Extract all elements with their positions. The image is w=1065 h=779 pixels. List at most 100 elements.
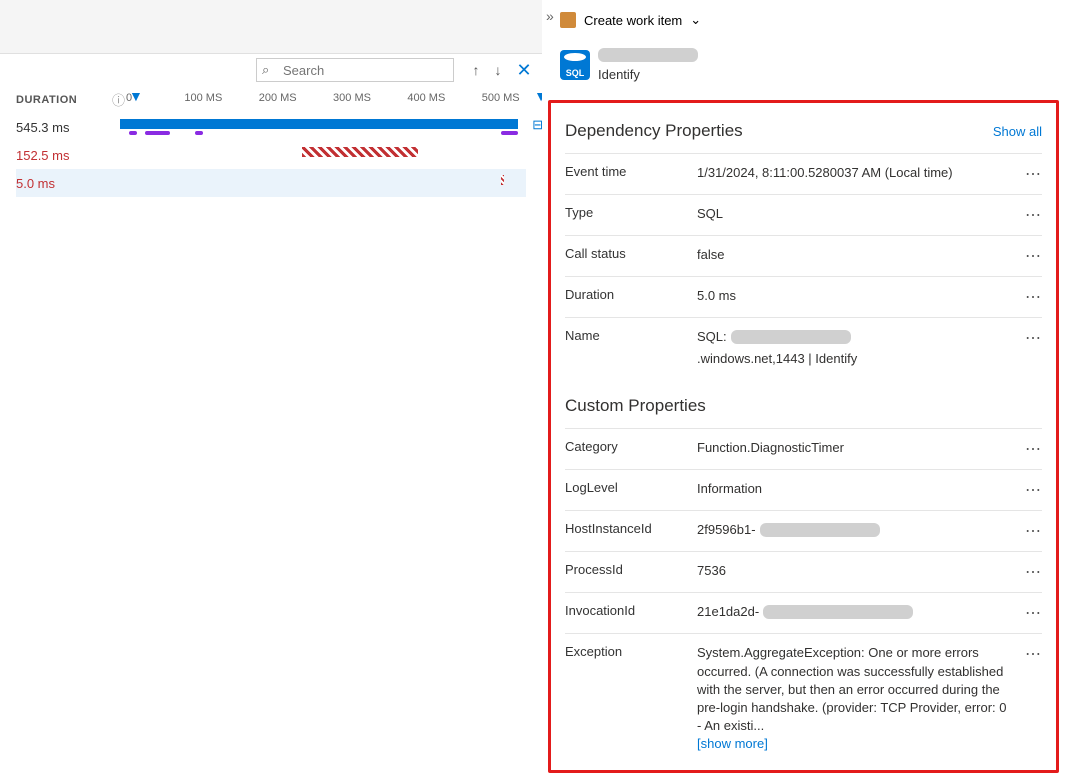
axis-tick-2: 200 MS xyxy=(259,92,297,104)
timeline-panel: ⌕ ↑ ↓ ✕ DURATION ⓘ ▼ 0 100 MS 200 MS 300… xyxy=(0,0,542,197)
dependency-properties-title: Dependency Properties xyxy=(565,121,743,141)
row-duration: 152.5 ms xyxy=(16,148,112,163)
more-icon[interactable]: ⋯ xyxy=(1022,328,1042,348)
prop-value: 21e1da2d- xyxy=(697,603,1022,621)
bar-error xyxy=(302,147,418,157)
close-icon[interactable]: ✕ xyxy=(514,60,534,80)
prop-value: SQL xyxy=(697,205,1022,223)
redacted-guid xyxy=(760,523,880,537)
search-next-icon[interactable]: ↓ xyxy=(488,60,508,80)
prop-key: Call status xyxy=(565,246,697,261)
gantt-track xyxy=(112,169,526,197)
invocationid-prefix: 21e1da2d- xyxy=(697,603,759,621)
hostinstance-prefix: 2f9596b1- xyxy=(697,521,756,539)
prop-value: 7536 xyxy=(697,562,1022,580)
prop-key: LogLevel xyxy=(565,480,697,495)
prop-key: HostInstanceId xyxy=(565,521,697,536)
bar-sub xyxy=(195,131,203,135)
sql-badge-icon: SQL xyxy=(560,50,590,80)
axis-tick-3: 300 MS xyxy=(333,92,371,104)
prop-key: Event time xyxy=(565,164,697,179)
more-icon[interactable]: ⋯ xyxy=(1022,480,1042,500)
more-icon[interactable]: ⋯ xyxy=(1022,521,1042,541)
name-prefix: SQL: xyxy=(697,328,727,346)
gantt-track xyxy=(112,141,526,169)
prop-row-call-status: Call status false ⋯ xyxy=(565,235,1042,276)
gantt-row[interactable]: 545.3 ms ⊟⊟ xyxy=(16,113,526,141)
more-icon[interactable]: ⋯ xyxy=(1022,562,1042,582)
show-more-link[interactable]: [show more] xyxy=(697,736,768,751)
more-icon[interactable]: ⋯ xyxy=(1022,287,1042,307)
bar-sub xyxy=(145,131,170,135)
more-icon[interactable]: ⋯ xyxy=(1022,439,1042,459)
more-icon[interactable]: ⋯ xyxy=(1022,205,1042,225)
sql-header: SQL Identify xyxy=(560,48,1047,82)
search-input[interactable] xyxy=(256,58,454,82)
axis-tick-0: 0 xyxy=(126,92,132,104)
bar-error-small xyxy=(501,175,504,185)
prop-key: Duration xyxy=(565,287,697,302)
gantt-row[interactable]: 152.5 ms xyxy=(16,141,526,169)
gantt-row-selected[interactable]: 5.0 ms xyxy=(16,169,526,197)
redacted-server-name xyxy=(598,48,698,62)
prop-key: ProcessId xyxy=(565,562,697,577)
prop-row-exception: Exception System.AggregateException: One… xyxy=(565,633,1042,763)
create-work-item-label: Create work item xyxy=(584,13,682,28)
axis-tick-1: 100 MS xyxy=(184,92,222,104)
more-icon[interactable]: ⋯ xyxy=(1022,164,1042,184)
prop-key: Exception xyxy=(565,644,697,659)
prop-row-hostinstance: HostInstanceId 2f9596b1- ⋯ xyxy=(565,510,1042,551)
bar-request xyxy=(120,119,517,129)
prop-row-event-time: Event time 1/31/2024, 8:11:00.5280037 AM… xyxy=(565,153,1042,194)
bar-sub xyxy=(129,131,137,135)
identify-label: Identify xyxy=(598,67,698,82)
details-panel: » Create work item ⌄ SQL Identify Depend… xyxy=(542,0,1065,779)
prop-value: 1/31/2024, 8:11:00.5280037 AM (Local tim… xyxy=(697,164,1022,182)
gantt-area: 545.3 ms ⊟⊟ 152.5 ms 5.0 ms xyxy=(0,113,542,197)
search-box-wrap: ⌕ xyxy=(256,58,454,82)
create-work-item-button[interactable]: Create work item ⌄ xyxy=(560,12,1047,28)
more-icon[interactable]: ⋯ xyxy=(1022,603,1042,623)
bar-sub xyxy=(501,131,518,135)
prop-value: 2f9596b1- xyxy=(697,521,1022,539)
prop-value: 5.0 ms xyxy=(697,287,1022,305)
prop-value: System.AggregateException: One or more e… xyxy=(697,644,1022,753)
prop-row-category: Category Function.DiagnosticTimer ⋯ xyxy=(565,428,1042,469)
redacted-guid xyxy=(763,605,913,619)
chevron-down-icon: ⌄ xyxy=(690,12,701,28)
prop-row-type: Type SQL ⋯ xyxy=(565,194,1042,235)
time-axis: ▼ 0 100 MS 200 MS 300 MS 400 MS 500 MS ▼ xyxy=(129,92,542,108)
timeline-header: DURATION ⓘ ▼ 0 100 MS 200 MS 300 MS 400 … xyxy=(0,86,542,113)
prop-key: Type xyxy=(565,205,697,220)
gantt-track: ⊟⊟ xyxy=(112,113,526,141)
search-prev-icon[interactable]: ↑ xyxy=(466,60,486,80)
custom-properties-title: Custom Properties xyxy=(565,396,706,416)
prop-row-duration: Duration 5.0 ms ⋯ xyxy=(565,276,1042,317)
more-icon[interactable]: ⋯ xyxy=(1022,644,1042,664)
more-icon[interactable]: ⋯ xyxy=(1022,246,1042,266)
prop-value: SQL: .windows.net,1443 | Identify xyxy=(697,328,1022,368)
prop-value: Function.DiagnosticTimer xyxy=(697,439,1022,457)
search-row: ⌕ ↑ ↓ ✕ xyxy=(0,54,542,86)
row-duration: 5.0 ms xyxy=(16,176,112,191)
info-icon[interactable]: ⓘ xyxy=(112,90,125,109)
chevron-collapse-icon[interactable]: » xyxy=(546,8,554,24)
prop-value: false xyxy=(697,246,1022,264)
axis-tick-5: 500 MS xyxy=(482,92,520,104)
name-suffix: .windows.net,1443 | Identify xyxy=(697,350,857,368)
prop-key: Category xyxy=(565,439,697,454)
duration-column-header: DURATION xyxy=(16,94,112,106)
prop-row-invocationid: InvocationId 21e1da2d- ⋯ xyxy=(565,592,1042,633)
prop-row-processid: ProcessId 7536 ⋯ xyxy=(565,551,1042,592)
prop-row-loglevel: LogLevel Information ⋯ xyxy=(565,469,1042,510)
properties-highlight-box: Dependency Properties Show all Event tim… xyxy=(548,100,1059,773)
row-duration: 545.3 ms xyxy=(16,120,112,135)
prop-key: InvocationId xyxy=(565,603,697,618)
top-bar xyxy=(0,0,542,54)
redacted-host xyxy=(731,330,851,344)
axis-tick-4: 400 MS xyxy=(407,92,445,104)
work-item-icon xyxy=(560,12,576,28)
exception-text: System.AggregateException: One or more e… xyxy=(697,645,1007,733)
show-all-link[interactable]: Show all xyxy=(993,124,1042,139)
prop-key: Name xyxy=(565,328,697,343)
